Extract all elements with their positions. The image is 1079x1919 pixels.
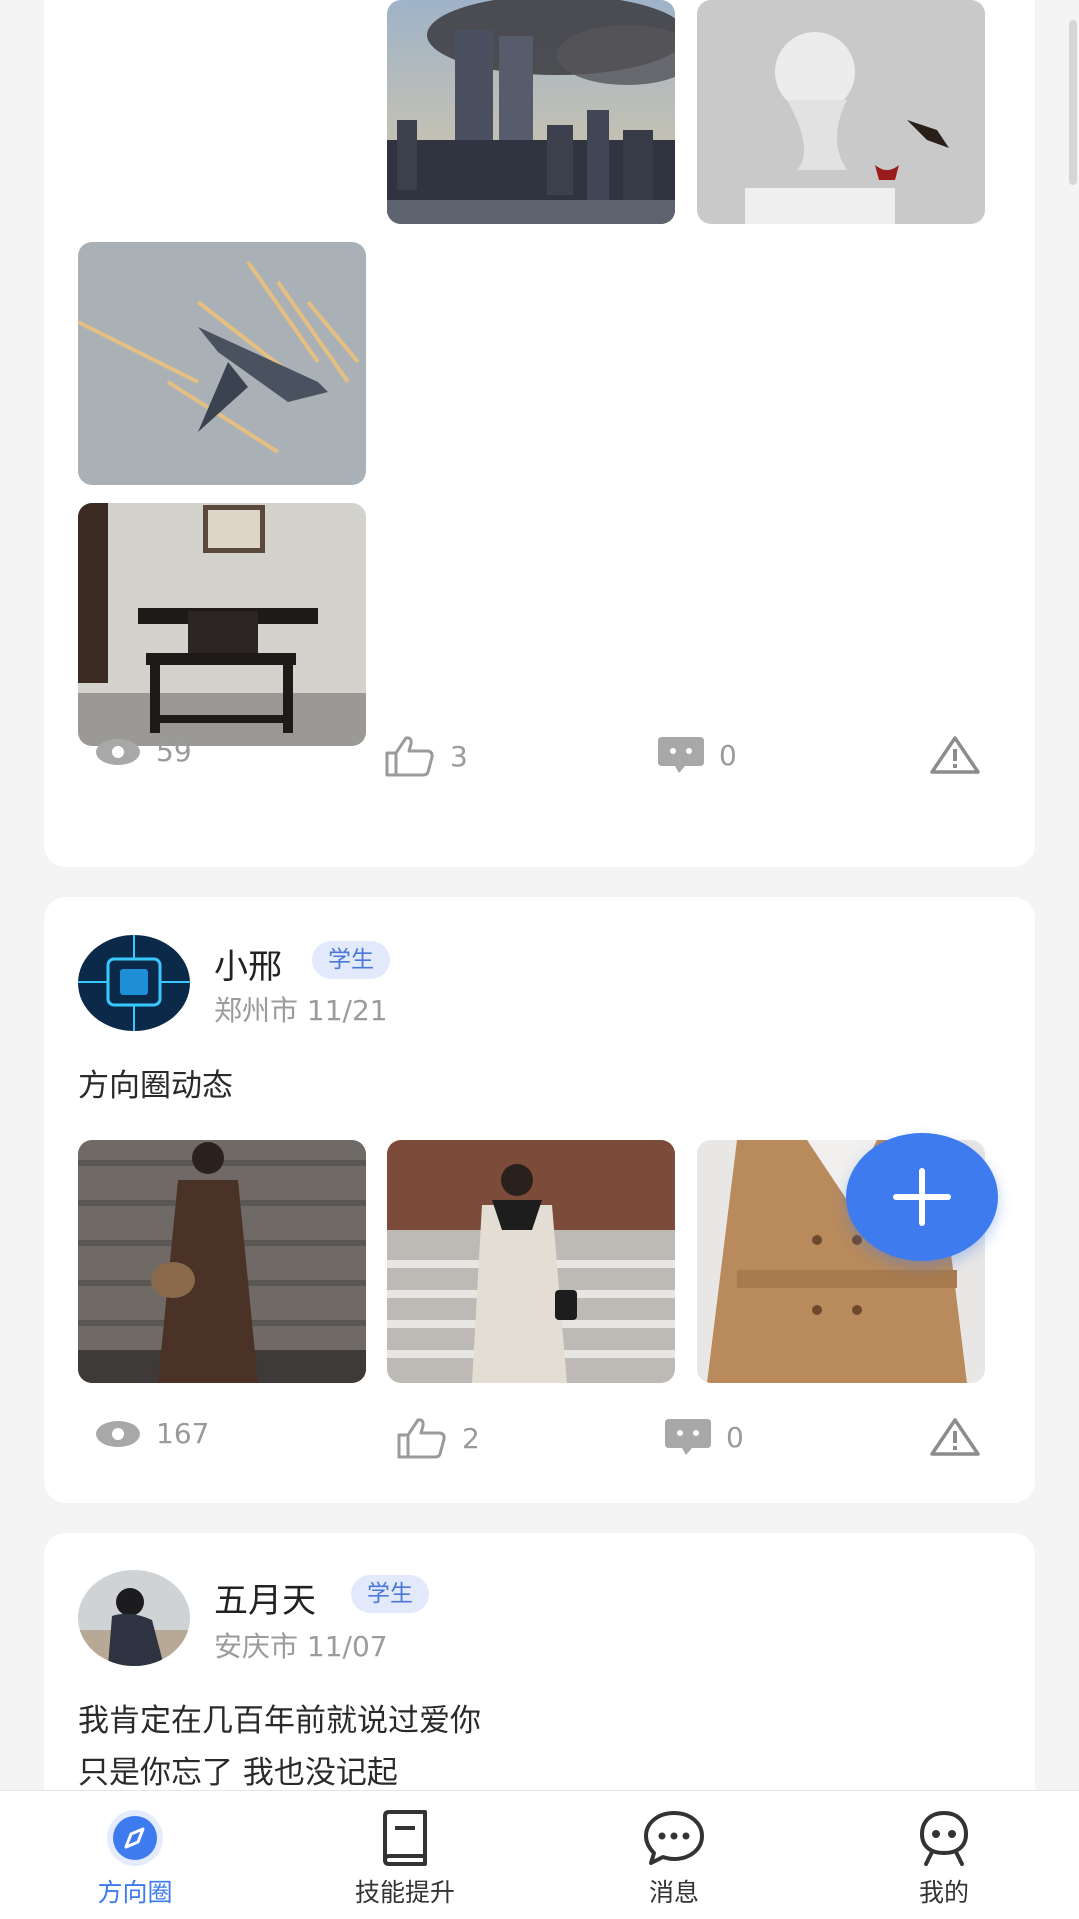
photo-coat-brown[interactable] — [78, 1140, 366, 1383]
post-meta: 郑州市 11/21 — [214, 994, 388, 1027]
thumbs-up-icon — [397, 1418, 446, 1459]
post-meta: 安庆市 11/07 — [214, 1630, 388, 1663]
add-post-button[interactable] — [846, 1133, 998, 1261]
views-stat: 59 — [94, 735, 192, 768]
warning-icon — [930, 1418, 980, 1456]
comment-icon — [658, 737, 704, 773]
tab-direction-circle[interactable]: 方向圈 — [35, 1791, 235, 1919]
report-button[interactable] — [929, 1417, 981, 1457]
compass-icon — [107, 1810, 163, 1866]
post-card-1: 59 3 0 — [44, 0, 1035, 867]
photo-chair-interior[interactable] — [78, 503, 366, 746]
comment-button[interactable]: 0 — [657, 735, 737, 775]
user-name[interactable]: 小邢 — [214, 939, 282, 988]
scrollbar-thumb[interactable] — [1069, 20, 1077, 185]
bottom-tab-bar: 方向圈 技能提升 消息 我的 — [0, 1790, 1079, 1919]
comments-count: 0 — [719, 738, 737, 772]
warning-icon — [930, 736, 980, 774]
tab-mine[interactable]: 我的 — [844, 1791, 1044, 1919]
like-button[interactable]: 3 — [384, 735, 468, 777]
post-stats: 59 3 0 — [44, 735, 1035, 795]
post-text: 方向圈动态 — [78, 1068, 233, 1104]
avatar[interactable] — [78, 1570, 190, 1666]
comment-button[interactable]: 0 — [664, 1417, 744, 1457]
tab-label: 方向圈 — [97, 1878, 173, 1907]
book-icon — [383, 1810, 427, 1866]
thumbs-up-icon — [385, 736, 434, 777]
comment-icon — [665, 1419, 711, 1455]
likes-count: 3 — [450, 739, 468, 773]
plus-icon — [893, 1168, 951, 1226]
role-badge: 学生 — [351, 1575, 429, 1613]
eye-icon — [96, 1420, 140, 1447]
tab-label: 消息 — [648, 1878, 699, 1907]
views-count: 167 — [156, 1417, 210, 1450]
role-badge: 学生 — [312, 941, 390, 979]
like-button[interactable]: 2 — [396, 1417, 480, 1459]
post-stats: 167 2 0 — [44, 1417, 1035, 1477]
photo-city-skyline[interactable] — [387, 0, 675, 224]
avatar[interactable] — [78, 935, 190, 1031]
tab-label: 技能提升 — [354, 1878, 455, 1907]
views-count: 59 — [156, 735, 192, 768]
photo-coat-white[interactable] — [387, 1140, 675, 1383]
chat-bubble-icon — [644, 1811, 704, 1865]
photo-fighter-jet[interactable] — [78, 242, 366, 485]
views-stat: 167 — [94, 1417, 209, 1450]
eye-icon — [96, 738, 140, 765]
post-text-line-1: 我肯定在几百年前就说过爱你 — [78, 1703, 481, 1739]
tab-messages[interactable]: 消息 — [574, 1791, 774, 1919]
comments-count: 0 — [726, 1420, 744, 1454]
tab-skill-improve[interactable]: 技能提升 — [305, 1791, 505, 1919]
robot-face-icon — [919, 1810, 969, 1866]
photo-statue-bird[interactable] — [697, 0, 985, 224]
report-button[interactable] — [929, 735, 981, 775]
user-name[interactable]: 五月天 — [214, 1573, 316, 1622]
likes-count: 2 — [462, 1421, 480, 1455]
tab-label: 我的 — [918, 1878, 969, 1907]
